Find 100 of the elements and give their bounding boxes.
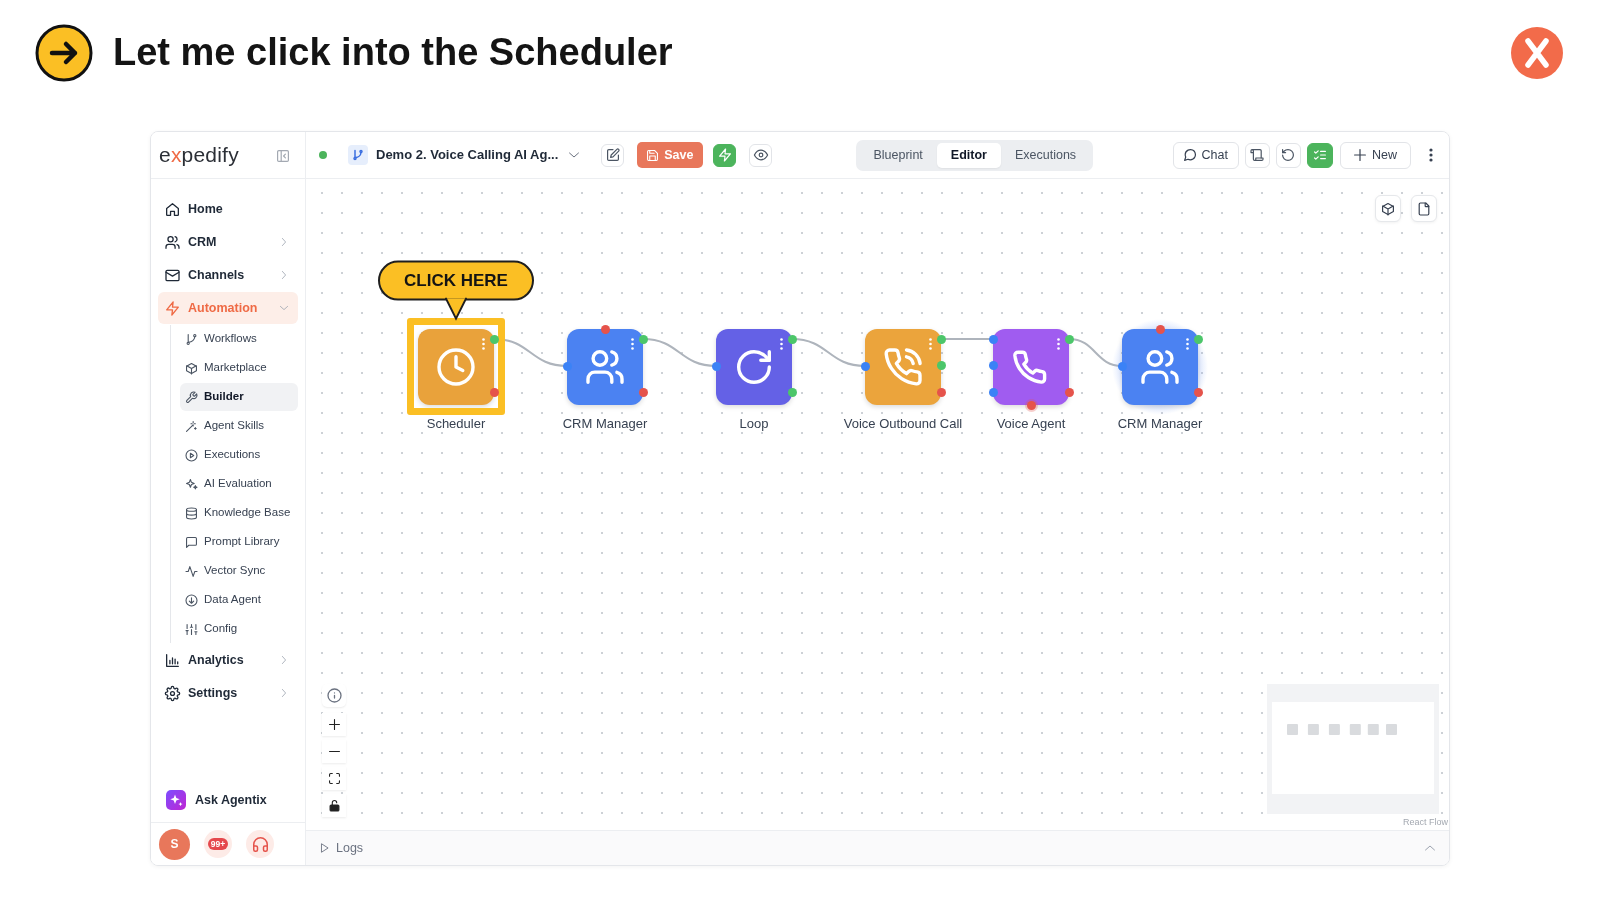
port-dot-icon[interactable] [1155,324,1165,334]
nav-subitem[interactable]: Data Agent [180,586,298,614]
clock-icon [439,350,473,384]
nav-subitem[interactable]: Workflows [180,325,298,353]
nav-item[interactable]: Analytics [158,644,298,676]
edit-button[interactable] [601,143,625,167]
pulse-icon [186,565,197,577]
nav-subitem[interactable]: Prompt Library [180,528,298,556]
zoom-in-button[interactable] [322,713,346,736]
nav-item[interactable]: Channels [158,259,298,291]
port-dot-icon[interactable] [936,361,946,370]
chevron-up-icon[interactable] [1425,843,1435,853]
port-dot-icon[interactable] [562,361,572,371]
preview-button[interactable] [749,143,773,167]
port-dot-icon[interactable] [1193,387,1203,397]
script-button[interactable] [1245,142,1270,168]
more-icon[interactable] [1429,148,1433,162]
lock-icon [328,800,340,811]
scroll-icon [1251,149,1264,161]
workflow-name: Demo 2. Voice Calling AI Ag... [376,146,559,165]
nav-subitem[interactable]: Config [180,615,298,643]
notes-button[interactable] [1411,195,1437,222]
eye-icon [755,149,767,161]
node-label: CRM Manager [562,416,648,432]
nav-subitem[interactable]: Vector Sync [180,557,298,585]
database-icon [186,507,197,519]
port-dot-icon[interactable] [988,387,998,397]
rotate-icon [737,350,771,384]
cube-icon [1382,202,1394,215]
more-icon[interactable] [780,338,783,350]
port-dot-icon[interactable] [489,387,499,397]
port-dot-icon[interactable] [1193,334,1203,344]
headset-icon [252,836,268,852]
port-dot-icon[interactable] [936,387,946,397]
nav-subitem[interactable]: Marketplace [180,354,298,382]
chevron-down-icon[interactable] [569,150,580,160]
port-dot-icon[interactable] [1026,400,1036,410]
fit-view-button[interactable] [322,767,346,790]
play-circle-icon [186,449,197,461]
sidebar-toggle-icon[interactable] [277,149,289,162]
components-button[interactable] [1375,195,1401,222]
port-dot-icon[interactable] [1064,387,1074,397]
lightning-icon [166,301,179,315]
save-icon [647,149,659,161]
sparkle-icon [166,790,186,810]
port-dot-icon[interactable] [638,334,648,344]
home-icon [166,202,179,216]
nav-subitem[interactable]: Builder [180,383,298,411]
logs-toggle[interactable]: Logs [320,838,364,858]
node-label: Voice Outbound Call [843,416,963,432]
nav-subitem[interactable]: Knowledge Base [180,499,298,527]
checklist-button[interactable] [1307,142,1333,168]
branch-icon [186,333,197,345]
phone-waves-icon [886,350,920,384]
callout-pointer-icon [446,299,466,319]
lightning-icon [719,149,731,161]
nav-subitem[interactable]: Executions [180,441,298,469]
run-button[interactable] [713,143,737,167]
lock-button[interactable] [322,794,346,817]
view-tab[interactable]: Blueprint [859,142,937,168]
users-icon [1143,350,1177,384]
chat-button[interactable]: Chat [1172,141,1239,169]
view-tab[interactable]: Executions [1000,142,1091,168]
nav-subitem[interactable]: AI Evaluation [180,470,298,498]
notifications-button[interactable]: 99+ [204,830,232,858]
message-icon [186,536,197,548]
fit-view-icon [328,773,340,784]
port-dot-icon[interactable] [936,334,946,344]
edit-icon [606,149,619,161]
chat-icon [1183,149,1196,161]
arrow-right-icon [35,24,93,82]
plus-icon [1354,149,1366,161]
nav-item[interactable]: CRM [158,226,298,258]
port-dot-icon[interactable] [787,334,797,344]
port-dot-icon[interactable] [711,361,721,371]
port-dot-icon[interactable] [1064,334,1074,344]
port-dot-icon[interactable] [988,334,998,344]
port-dot-icon[interactable] [860,361,870,371]
port-dot-icon[interactable] [1117,361,1127,371]
view-tab[interactable]: Editor [936,142,1001,168]
port-dot-icon[interactable] [988,361,998,370]
port-dot-icon[interactable] [489,334,499,344]
checklist-icon [1314,149,1326,161]
new-button[interactable]: New [1340,141,1411,169]
bar-chart-icon [166,653,179,667]
nav-item[interactable]: Settings [158,677,298,709]
users-icon [166,235,179,249]
cube-icon [186,362,197,374]
nav-subitem[interactable]: Agent Skills [180,412,298,440]
port-dot-icon[interactable] [787,387,797,397]
assistant-link[interactable]: Ask Agentix [158,784,298,816]
info-button[interactable] [322,684,346,707]
port-dot-icon[interactable] [600,324,610,334]
nav-item[interactable]: Home [158,193,298,225]
users-icon [588,350,622,384]
magic-wand-icon [186,420,197,432]
history-button[interactable] [1276,142,1301,168]
port-dot-icon[interactable] [638,387,648,397]
support-button[interactable] [246,830,274,858]
arrow-circle-icon [186,594,197,606]
